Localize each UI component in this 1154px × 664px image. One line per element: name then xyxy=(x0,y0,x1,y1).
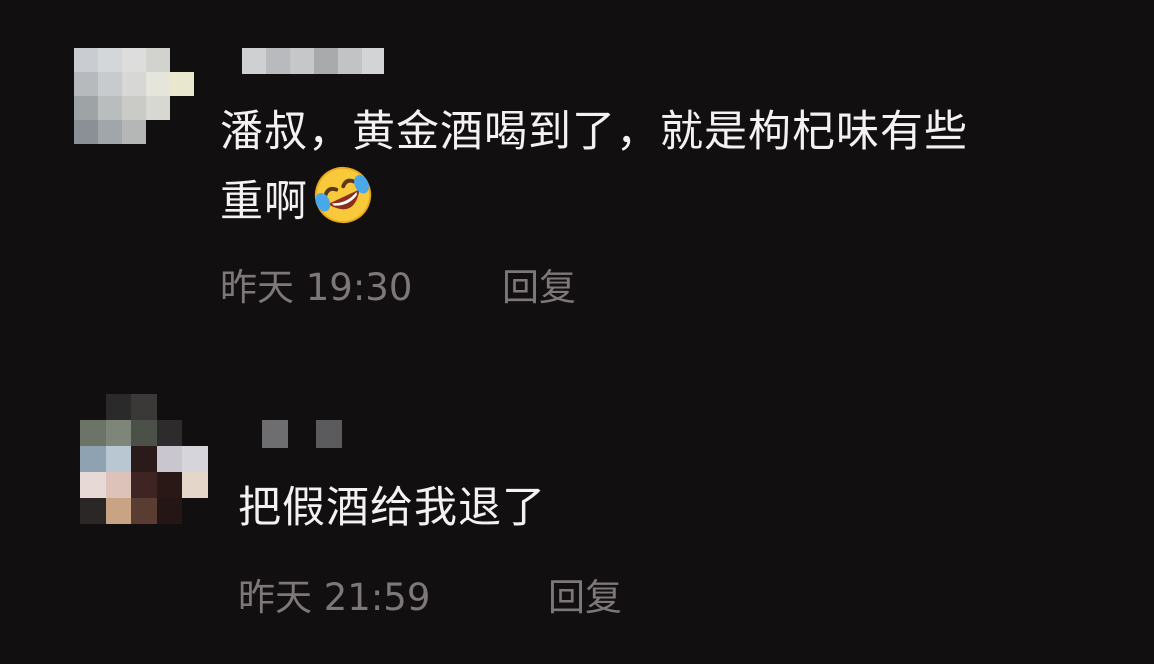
username-blurred[interactable] xyxy=(242,48,384,74)
comment-item: 潘叔，黄金酒喝到了，就是枸杞味有些 重啊 昨天 19:30 回复 xyxy=(0,0,1154,330)
avatar[interactable] xyxy=(74,48,194,144)
comment-text: 把假酒给我退了 xyxy=(238,476,546,540)
comment-timestamp: 昨天 21:59 xyxy=(238,576,431,619)
avatar[interactable] xyxy=(80,394,208,524)
comment-timestamp: 昨天 19:30 xyxy=(220,266,413,309)
comment-item: 把假酒给我退了 昨天 21:59 回复 xyxy=(0,330,1154,664)
username-blurred[interactable] xyxy=(262,420,342,448)
rolling-on-floor-laughing-emoji-icon xyxy=(314,166,372,224)
comment-text: 潘叔，黄金酒喝到了，就是枸杞味有些 重啊 xyxy=(220,100,968,234)
comment-text-line-1: 把假酒给我退了 xyxy=(238,483,546,533)
reply-button[interactable]: 回复 xyxy=(548,576,622,620)
comment-text-line-1: 潘叔，黄金酒喝到了，就是枸杞味有些 xyxy=(220,107,968,157)
comment-text-line-2: 重啊 xyxy=(220,177,308,227)
reply-button[interactable]: 回复 xyxy=(502,266,576,310)
